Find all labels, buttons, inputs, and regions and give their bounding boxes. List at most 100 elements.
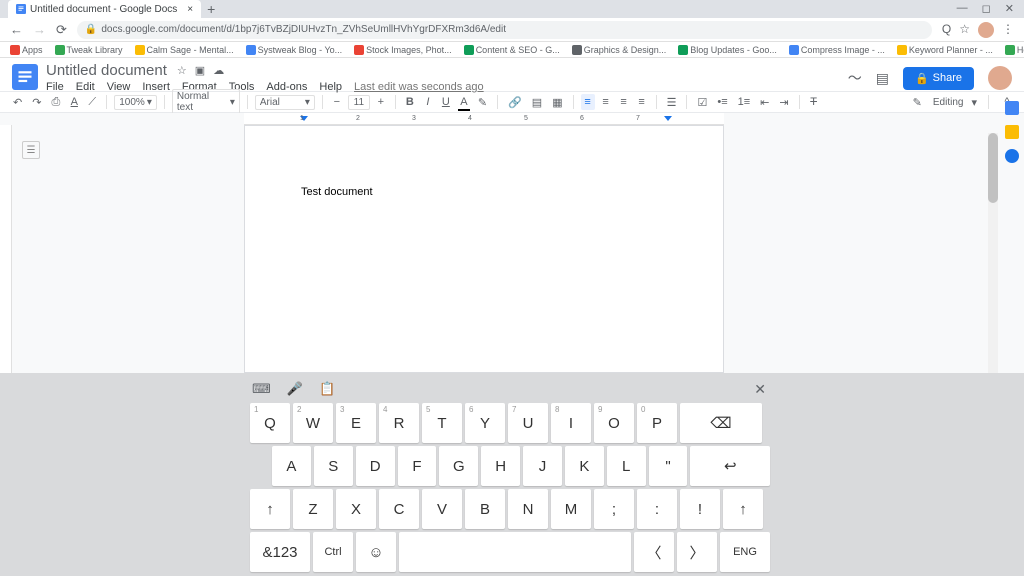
insert-image-icon[interactable]: ▦ xyxy=(549,94,565,111)
key-g[interactable]: G xyxy=(439,446,478,486)
key-k[interactable]: K xyxy=(565,446,604,486)
paint-format-icon[interactable]: ⟋ xyxy=(85,94,99,111)
key-arrow-right[interactable]: 〉 xyxy=(677,532,717,572)
font-dropdown[interactable]: Arial▾ xyxy=(255,95,315,110)
align-right-icon[interactable]: ≡ xyxy=(617,94,631,110)
key-s[interactable]: S xyxy=(314,446,353,486)
align-center-icon[interactable]: ≡ xyxy=(599,94,613,110)
bookmark-item[interactable]: Content & SEO - G... xyxy=(464,45,560,55)
url-field[interactable]: 🔒 docs.google.com/document/d/1bp7j6TvBZj… xyxy=(77,21,932,39)
document-content[interactable]: Test document xyxy=(245,126,723,258)
font-size-decrease[interactable]: − xyxy=(330,94,344,110)
keyboard-close-icon[interactable]: ✕ xyxy=(754,381,766,398)
star-icon[interactable]: ☆ xyxy=(959,22,970,38)
bookmark-item[interactable]: Compress Image - ... xyxy=(789,45,885,55)
key-o[interactable]: 9O xyxy=(594,403,634,443)
key-enter[interactable]: ↩ xyxy=(690,446,770,486)
menu-edit[interactable]: Edit xyxy=(76,81,95,93)
bullet-list-icon[interactable]: •≡ xyxy=(714,94,730,110)
profile-avatar[interactable] xyxy=(978,22,994,38)
bookmark-item[interactable]: Blog Updates - Goo... xyxy=(678,45,777,55)
insert-comment-icon[interactable]: ▤ xyxy=(529,94,545,111)
key-shift[interactable]: ↑ xyxy=(250,489,290,529)
key-arrow-left[interactable]: 〈 xyxy=(634,532,674,572)
bookmark-item[interactable]: Keyword Planner - ... xyxy=(897,45,993,55)
zoom-dropdown[interactable]: 100%▾ xyxy=(114,95,157,110)
bookmark-item[interactable]: Systweak Blog - Yo... xyxy=(246,45,343,55)
align-justify-icon[interactable]: ≡ xyxy=(635,94,649,110)
account-avatar[interactable] xyxy=(988,66,1012,90)
browser-menu-icon[interactable]: ⋮ xyxy=(1002,22,1014,38)
key-u[interactable]: 7U xyxy=(508,403,548,443)
key-p[interactable]: 0P xyxy=(637,403,677,443)
key-i[interactable]: 8I xyxy=(551,403,591,443)
key-l[interactable]: L xyxy=(607,446,646,486)
cloud-status-icon[interactable]: ☁ xyxy=(213,64,224,77)
nav-forward-icon[interactable]: → xyxy=(33,22,46,37)
key-symbols[interactable]: &123 xyxy=(250,532,310,572)
font-size-field[interactable]: 11 xyxy=(348,95,370,110)
key-x[interactable]: X xyxy=(336,489,376,529)
key-q[interactable]: 1Q xyxy=(250,403,290,443)
indent-increase-icon[interactable]: ⇥ xyxy=(776,94,791,111)
key-backspace[interactable]: ⌫ xyxy=(680,403,762,443)
key-j[interactable]: J xyxy=(523,446,562,486)
nav-reload-icon[interactable]: ⟳ xyxy=(56,22,67,38)
share-button[interactable]: 🔒 Share xyxy=(903,67,974,90)
bookmark-item[interactable]: Tweak Library xyxy=(55,45,123,55)
indent-decrease-icon[interactable]: ⇤ xyxy=(757,94,772,111)
menu-help[interactable]: Help xyxy=(319,81,342,93)
bookmark-item[interactable]: Apps xyxy=(10,45,43,55)
key-y[interactable]: 6Y xyxy=(465,403,505,443)
key-f[interactable]: F xyxy=(398,446,437,486)
key-v[interactable]: V xyxy=(422,489,462,529)
key-c[interactable]: C xyxy=(379,489,419,529)
vertical-scrollbar[interactable] xyxy=(988,133,998,373)
keep-sidepanel-icon[interactable] xyxy=(1005,125,1019,139)
font-size-increase[interactable]: + xyxy=(374,94,388,110)
key-punct[interactable]: ; xyxy=(594,489,634,529)
bookmark-item[interactable]: Calm Sage - Mental... xyxy=(135,45,234,55)
checklist-icon[interactable]: ☑ xyxy=(694,94,710,111)
clipboard-icon[interactable]: 📋 xyxy=(319,381,335,397)
window-close[interactable]: ✕ xyxy=(1005,2,1014,15)
key-"[interactable]: " xyxy=(649,446,688,486)
key-punct[interactable]: ! xyxy=(680,489,720,529)
key-w[interactable]: 2W xyxy=(293,403,333,443)
key-a[interactable]: A xyxy=(272,446,311,486)
sync-icon[interactable]: Q xyxy=(942,22,951,38)
tasks-sidepanel-icon[interactable] xyxy=(1005,149,1019,163)
last-edit-label[interactable]: Last edit was seconds ago xyxy=(354,81,484,93)
document-page[interactable]: Test document xyxy=(244,125,724,373)
line-spacing-icon[interactable]: ☰ xyxy=(664,94,680,111)
key-language[interactable]: ENG xyxy=(720,532,770,572)
number-list-icon[interactable]: 1≡ xyxy=(735,94,754,110)
keyboard-layout-icon[interactable]: ⌨ xyxy=(252,381,271,397)
activity-icon[interactable]: 〜 xyxy=(848,68,862,88)
align-left-icon[interactable]: ≡ xyxy=(581,94,595,110)
insert-link-icon[interactable]: 🔗 xyxy=(505,94,525,111)
bookmark-item[interactable]: Graphics & Design... xyxy=(572,45,667,55)
docs-logo-icon[interactable] xyxy=(12,64,38,90)
bold-icon[interactable]: B xyxy=(403,94,417,110)
key-shift[interactable]: ↑ xyxy=(723,489,763,529)
window-maximize[interactable]: ◻ xyxy=(982,2,991,15)
clear-format-icon[interactable]: T xyxy=(807,94,821,110)
key-ctrl[interactable]: Ctrl xyxy=(313,532,353,572)
key-z[interactable]: Z xyxy=(293,489,333,529)
tab-close-icon[interactable]: × xyxy=(187,4,193,15)
key-h[interactable]: H xyxy=(481,446,520,486)
italic-icon[interactable]: I xyxy=(421,94,435,110)
horizontal-ruler[interactable]: 1234567 xyxy=(244,113,724,125)
key-r[interactable]: 4R xyxy=(379,403,419,443)
key-e[interactable]: 3E xyxy=(336,403,376,443)
window-minimize[interactable]: — xyxy=(957,2,968,15)
bookmark-item[interactable]: Stock Images, Phot... xyxy=(354,45,452,55)
bookmark-item[interactable]: How to Change IP... xyxy=(1005,45,1024,55)
spellcheck-icon[interactable]: A xyxy=(67,94,81,110)
calendar-sidepanel-icon[interactable] xyxy=(1005,101,1019,115)
star-document-icon[interactable]: ☆ xyxy=(177,64,187,77)
key-emoji[interactable]: ☺ xyxy=(356,532,396,572)
key-space[interactable] xyxy=(399,532,631,572)
browser-tab[interactable]: Untitled document - Google Docs × xyxy=(8,0,201,18)
